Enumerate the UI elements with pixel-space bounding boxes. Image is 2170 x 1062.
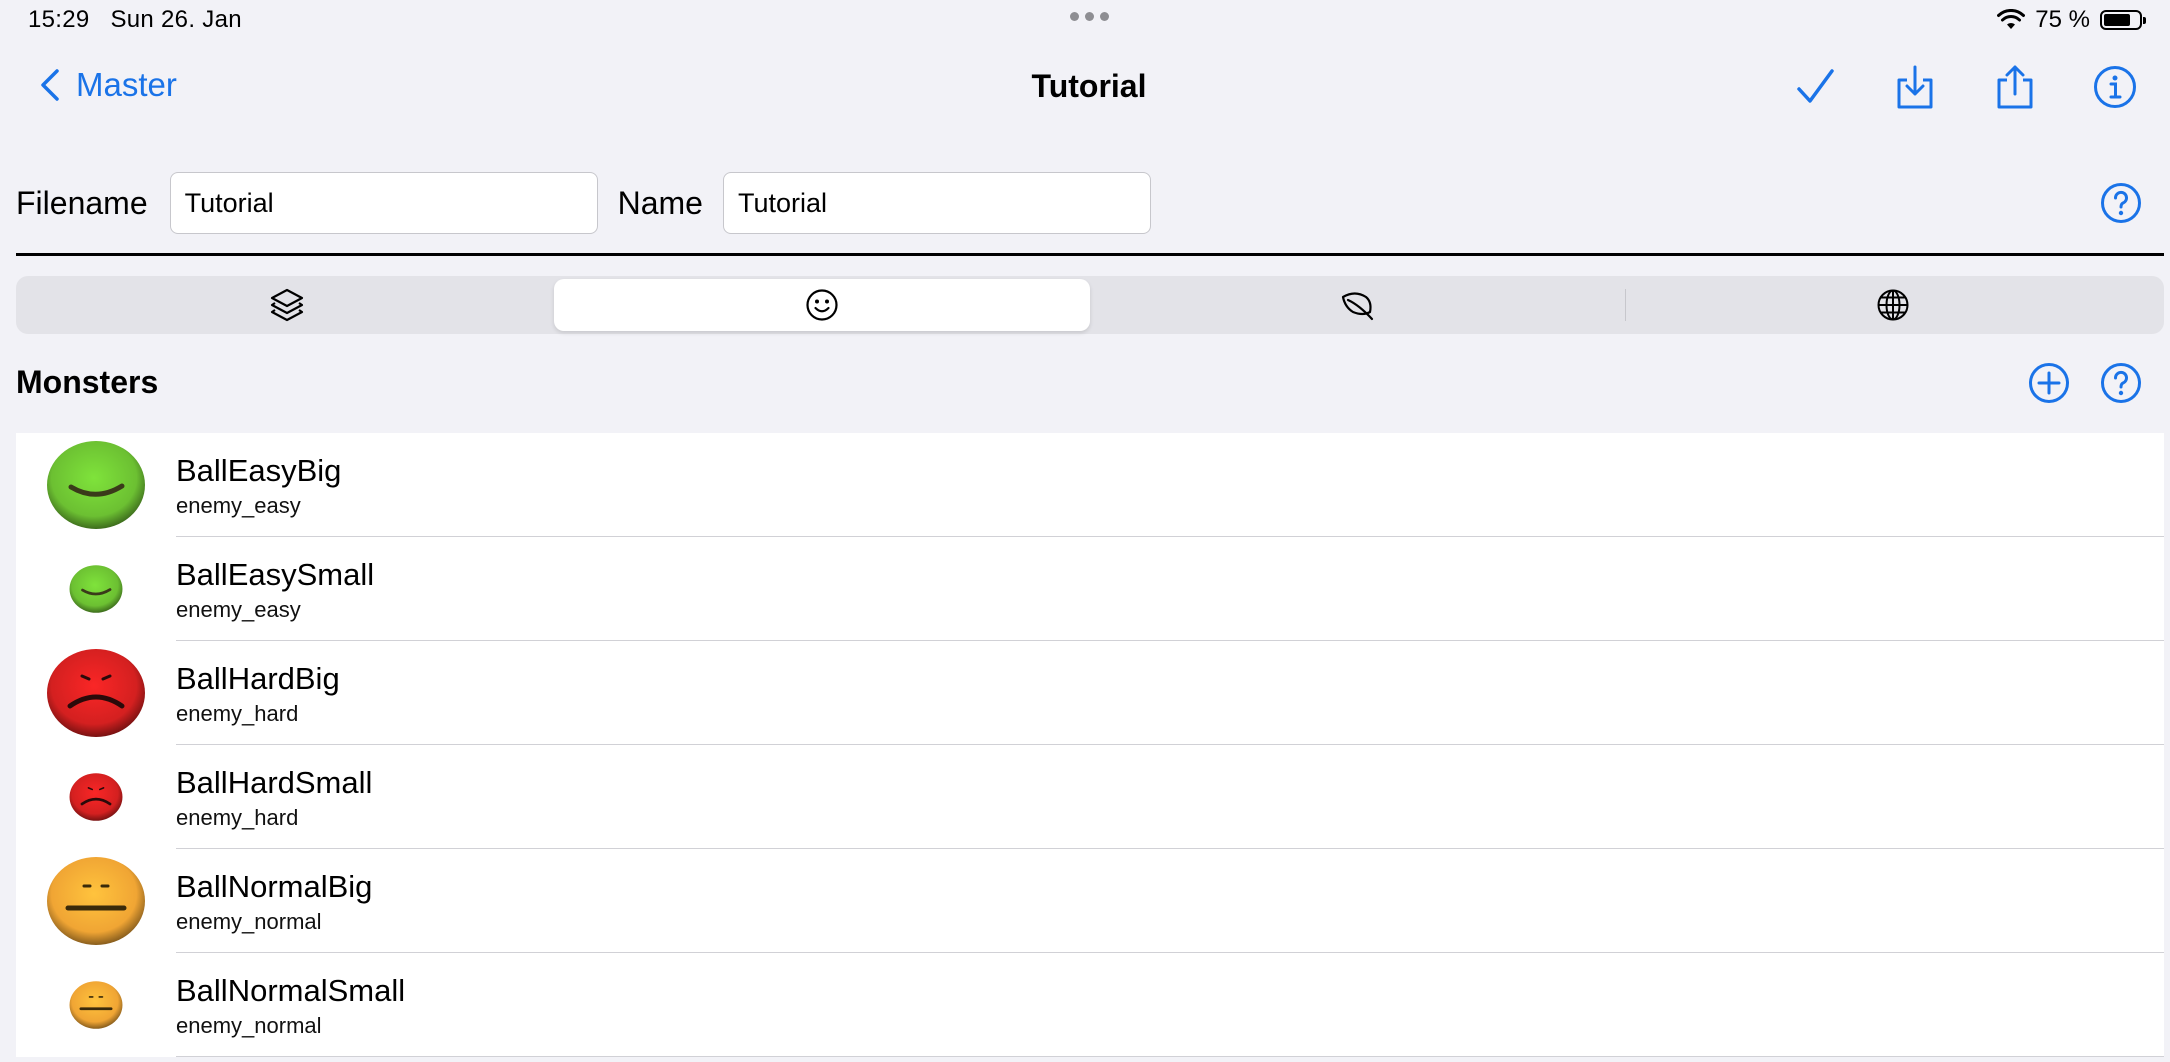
- monster-name: BallEasyBig: [176, 453, 342, 488]
- monster-ball-icon: [69, 773, 123, 821]
- monster-text: BallNormalBig enemy_normal: [176, 867, 372, 935]
- monster-text: BallNormalSmall enemy_normal: [176, 971, 405, 1039]
- add-monster-button[interactable]: [2028, 362, 2070, 409]
- battery-icon: [2100, 10, 2146, 30]
- monster-name: BallHardSmall: [176, 765, 373, 800]
- status-time: 15:29: [28, 6, 90, 33]
- status-bar-right: 75 %: [1997, 6, 2146, 34]
- monster-name: BallNormalSmall: [176, 973, 406, 1008]
- download-icon: [1897, 65, 1933, 109]
- monster-name: BallEasySmall: [176, 557, 375, 592]
- smiley-icon: [806, 289, 838, 321]
- info-icon: [2094, 66, 2136, 108]
- help-icon: [2101, 363, 2141, 403]
- monster-thumbnail: [16, 856, 176, 946]
- list-item[interactable]: BallNormalSmall enemy_normal: [16, 953, 2164, 1057]
- list-item[interactable]: BallNormalBig enemy_normal: [16, 849, 2164, 953]
- divider: [16, 253, 2164, 256]
- info-button[interactable]: [2090, 62, 2140, 112]
- monster-thumbnail: [16, 772, 176, 822]
- monster-type: enemy_hard: [176, 805, 299, 830]
- multitasking-dots-icon[interactable]: [1070, 12, 1109, 21]
- monster-type: enemy_hard: [176, 701, 299, 726]
- file-info-row: Filename Tutorial Name Tutorial: [16, 172, 1151, 234]
- tab-world[interactable]: [1626, 279, 2161, 331]
- list-item[interactable]: BallHardSmall enemy_hard: [16, 745, 2164, 849]
- battery-percent: 75 %: [2035, 6, 2090, 33]
- status-bar-time: 15:29 Sun 26. Jan: [28, 6, 242, 34]
- globe-icon: [1877, 289, 1909, 321]
- monster-thumbnail: [16, 980, 176, 1030]
- monster-ball-icon: [47, 441, 145, 529]
- monster-thumbnail: [16, 564, 176, 614]
- tab-layers[interactable]: [19, 279, 554, 331]
- filename-field[interactable]: Tutorial: [169, 172, 598, 234]
- toolbar: [1790, 62, 2140, 112]
- monster-text: BallEasyBig enemy_easy: [176, 451, 341, 519]
- monster-name: BallHardBig: [176, 661, 340, 696]
- filename-label: Filename: [16, 184, 148, 221]
- monster-type: enemy_normal: [176, 1013, 322, 1038]
- list-item[interactable]: BallHardBig enemy_hard: [16, 641, 2164, 745]
- monster-text: BallHardSmall enemy_hard: [176, 763, 372, 831]
- wifi-icon: [1997, 9, 2026, 29]
- row-separator: [176, 1056, 2164, 1057]
- list-item[interactable]: BallEasySmall enemy_easy: [16, 537, 2164, 641]
- monster-thumbnail: [16, 440, 176, 530]
- monster-ball-icon: [69, 981, 123, 1029]
- monster-text: BallHardBig enemy_hard: [176, 659, 340, 727]
- category-segmented-control: [16, 276, 2164, 334]
- status-date: Sun 26. Jan: [110, 6, 242, 33]
- monster-type: enemy_easy: [176, 493, 301, 518]
- monster-type: enemy_easy: [176, 597, 301, 622]
- download-button[interactable]: [1890, 62, 1940, 112]
- tab-nature[interactable]: [1090, 279, 1625, 331]
- checkmark-icon: [1797, 69, 1834, 103]
- monster-name: BallNormalBig: [176, 869, 373, 904]
- layers-icon: [270, 288, 303, 322]
- leaf-icon: [1342, 292, 1374, 321]
- monster-thumbnail: [16, 648, 176, 738]
- monster-ball-icon: [69, 565, 123, 613]
- section-title: Monsters: [16, 364, 159, 400]
- share-icon: [1997, 65, 2033, 109]
- monster-ball-icon: [47, 649, 145, 737]
- tab-monsters[interactable]: [554, 279, 1090, 331]
- monster-text: BallEasySmall enemy_easy: [176, 555, 374, 623]
- section-actions: [2028, 362, 2142, 409]
- monster-list: BallEasyBig enemy_easy BallEasySmall enemy_…: [16, 433, 2164, 1057]
- add-icon: [2029, 363, 2069, 403]
- name-field[interactable]: Tutorial: [722, 172, 1151, 234]
- monster-ball-icon: [47, 857, 145, 945]
- list-item[interactable]: BallEasyBig enemy_easy: [16, 433, 2164, 537]
- chevron-left-icon: [41, 69, 59, 101]
- help-button-monsters[interactable]: [2100, 362, 2142, 409]
- back-button[interactable]: Master: [40, 66, 177, 104]
- back-label: Master: [76, 66, 177, 103]
- monster-type: enemy_normal: [176, 909, 322, 934]
- name-label: Name: [617, 184, 703, 221]
- checkmark-button[interactable]: [1790, 62, 1840, 112]
- help-icon: [2101, 183, 2141, 223]
- help-button-header[interactable]: [2100, 182, 2142, 229]
- share-button[interactable]: [1990, 62, 2040, 112]
